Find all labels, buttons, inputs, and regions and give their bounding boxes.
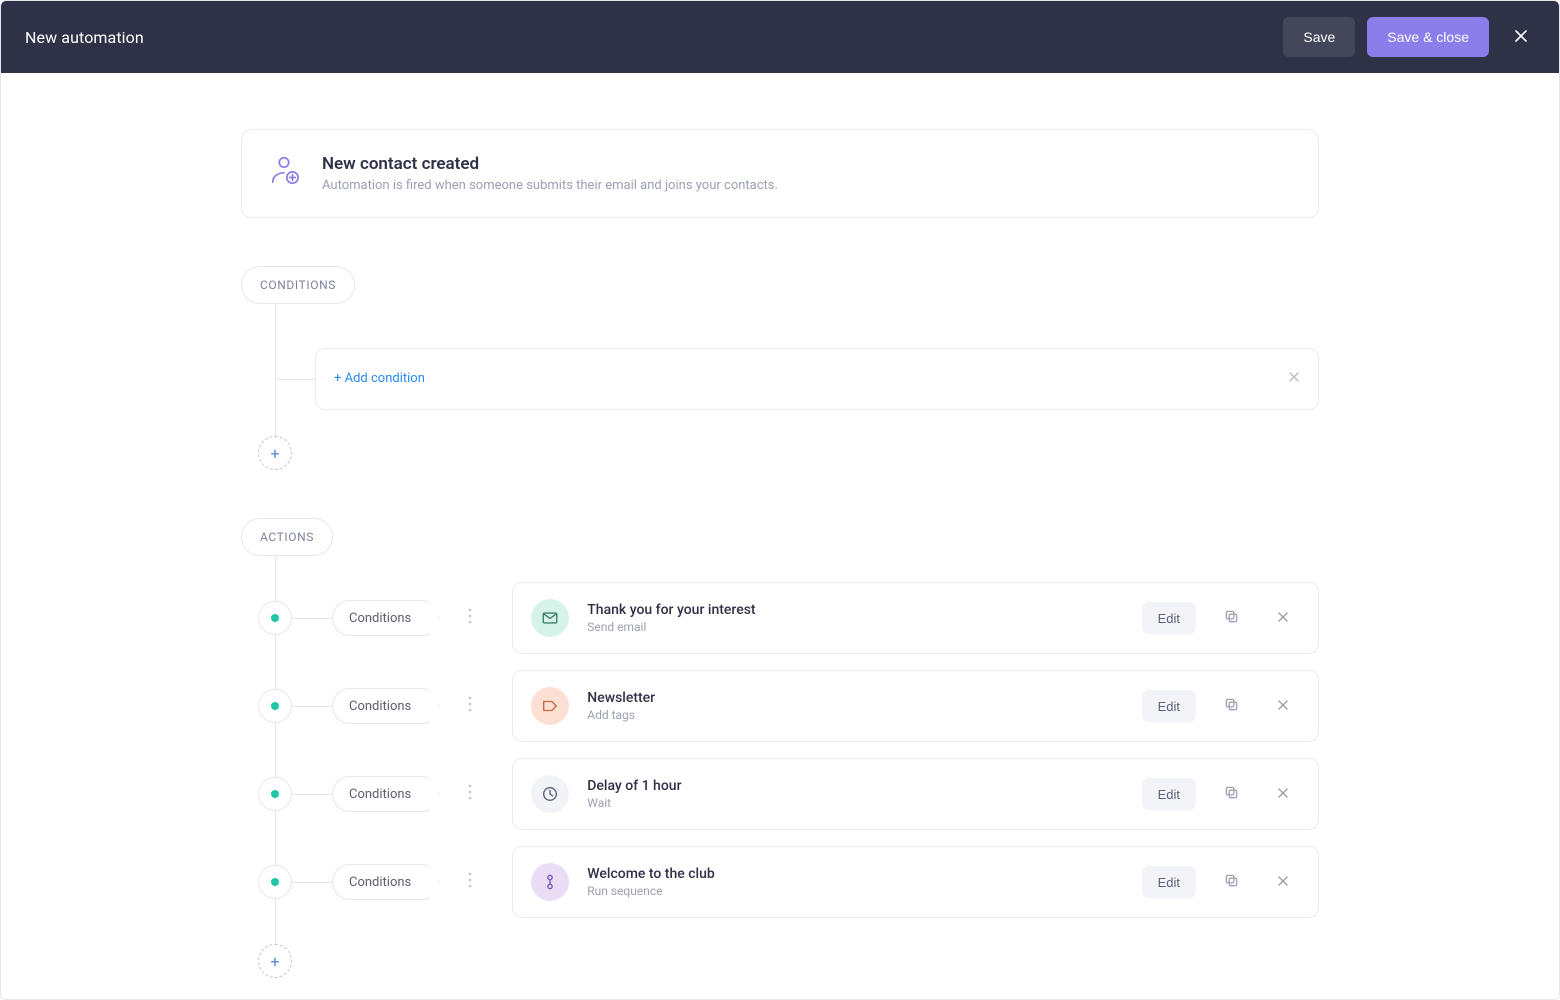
flow-node bbox=[258, 689, 292, 723]
plus-icon: + bbox=[270, 952, 279, 971]
action-texts: Thank you for your interest Send email bbox=[587, 602, 755, 634]
conditions-pill-label: Conditions bbox=[349, 611, 411, 626]
row-conditions-button[interactable]: Conditions bbox=[332, 600, 440, 636]
action-subtitle: Send email bbox=[587, 620, 755, 634]
drag-handle-icon bbox=[467, 696, 473, 716]
save-button[interactable]: Save bbox=[1283, 17, 1355, 57]
action-card: Thank you for your interest Send email E… bbox=[512, 582, 1319, 654]
conditions-pill-label: Conditions bbox=[349, 875, 411, 890]
action-subtitle: Add tags bbox=[587, 708, 655, 722]
close-icon bbox=[1277, 875, 1289, 890]
action-card: Newsletter Add tags Edit bbox=[512, 670, 1319, 742]
flow-node bbox=[258, 777, 292, 811]
edit-action-button[interactable]: Edit bbox=[1142, 690, 1196, 722]
drag-handle-icon bbox=[467, 784, 473, 804]
tag-icon bbox=[531, 687, 569, 725]
contact-created-icon bbox=[268, 154, 300, 190]
sequence-icon bbox=[531, 863, 569, 901]
row-conditions-button[interactable]: Conditions bbox=[332, 776, 440, 812]
flow-node bbox=[258, 601, 292, 635]
action-subtitle: Wait bbox=[587, 796, 681, 810]
drag-handle-icon bbox=[467, 608, 473, 628]
condition-card: + Add condition bbox=[315, 348, 1319, 410]
action-title: Welcome to the club bbox=[587, 866, 714, 882]
action-row-0: Conditions Thank you for your interest S… bbox=[275, 582, 1319, 654]
conditions-tree: + Add condition + bbox=[275, 304, 1319, 470]
drag-handle[interactable] bbox=[460, 608, 480, 628]
action-texts: Welcome to the club Run sequence bbox=[587, 866, 714, 898]
action-row-2: Conditions Delay of 1 hour Wait Edit bbox=[275, 758, 1319, 830]
add-condition-link[interactable]: + Add condition bbox=[334, 371, 425, 386]
add-action-button[interactable]: + bbox=[258, 944, 292, 978]
actions-tree: Conditions Thank you for your interest S… bbox=[275, 556, 1319, 978]
save-close-button[interactable]: Save & close bbox=[1367, 17, 1489, 57]
actions-section-label: ACTIONS bbox=[241, 518, 333, 556]
action-subtitle: Run sequence bbox=[587, 884, 714, 898]
edit-action-button[interactable]: Edit bbox=[1142, 778, 1196, 810]
action-title: Thank you for your interest bbox=[587, 602, 755, 618]
duplicate-action-button[interactable] bbox=[1214, 601, 1248, 635]
edit-action-button[interactable]: Edit bbox=[1142, 866, 1196, 898]
drag-handle-icon bbox=[467, 872, 473, 892]
delete-action-button[interactable] bbox=[1266, 601, 1300, 635]
row-conditions-button[interactable]: Conditions bbox=[332, 688, 440, 724]
action-title: Newsletter bbox=[587, 690, 655, 706]
flow-node bbox=[258, 865, 292, 899]
drag-handle[interactable] bbox=[460, 784, 480, 804]
trigger-card[interactable]: New contact created Automation is fired … bbox=[241, 129, 1319, 218]
close-icon bbox=[1277, 611, 1289, 626]
row-conditions-button[interactable]: Conditions bbox=[332, 864, 440, 900]
email-icon bbox=[531, 599, 569, 637]
clock-icon bbox=[531, 775, 569, 813]
close-icon bbox=[1513, 28, 1529, 47]
actions-section: ACTIONS Conditions Thank you for your in… bbox=[241, 518, 1319, 978]
trigger-title: New contact created bbox=[322, 154, 778, 174]
close-icon bbox=[1288, 371, 1300, 387]
header-bar: New automation Save Save & close bbox=[1, 1, 1559, 73]
close-icon bbox=[1277, 699, 1289, 714]
trigger-description: Automation is fired when someone submits… bbox=[322, 178, 778, 193]
action-row-1: Conditions Newsletter Add tags Edit bbox=[275, 670, 1319, 742]
plus-icon: + bbox=[270, 444, 279, 463]
delete-action-button[interactable] bbox=[1266, 777, 1300, 811]
action-title: Delay of 1 hour bbox=[587, 778, 681, 794]
action-texts: Newsletter Add tags bbox=[587, 690, 655, 722]
conditions-pill-label: Conditions bbox=[349, 787, 411, 802]
copy-icon bbox=[1224, 697, 1239, 715]
close-button[interactable] bbox=[1501, 17, 1541, 57]
trigger-texts: New contact created Automation is fired … bbox=[322, 154, 778, 193]
copy-icon bbox=[1224, 609, 1239, 627]
copy-icon bbox=[1224, 873, 1239, 891]
conditions-section: CONDITIONS + Add condition bbox=[241, 266, 1319, 470]
action-card: Delay of 1 hour Wait Edit bbox=[512, 758, 1319, 830]
duplicate-action-button[interactable] bbox=[1214, 865, 1248, 899]
delete-action-button[interactable] bbox=[1266, 689, 1300, 723]
page-title: New automation bbox=[25, 28, 144, 47]
action-row-3: Conditions Welcome to the club Run seque… bbox=[275, 846, 1319, 918]
drag-handle[interactable] bbox=[460, 696, 480, 716]
conditions-section-label: CONDITIONS bbox=[241, 266, 355, 304]
automation-builder-window: New automation Save Save & close bbox=[0, 0, 1560, 1000]
edit-action-button[interactable]: Edit bbox=[1142, 602, 1196, 634]
copy-icon bbox=[1224, 785, 1239, 803]
conditions-pill-label: Conditions bbox=[349, 699, 411, 714]
close-icon bbox=[1277, 787, 1289, 802]
add-condition-group-button[interactable]: + bbox=[258, 436, 292, 470]
duplicate-action-button[interactable] bbox=[1214, 777, 1248, 811]
remove-condition-button[interactable] bbox=[1288, 371, 1300, 387]
duplicate-action-button[interactable] bbox=[1214, 689, 1248, 723]
header-actions: Save Save & close bbox=[1283, 17, 1541, 57]
drag-handle[interactable] bbox=[460, 872, 480, 892]
delete-action-button[interactable] bbox=[1266, 865, 1300, 899]
action-texts: Delay of 1 hour Wait bbox=[587, 778, 681, 810]
action-card: Welcome to the club Run sequence Edit bbox=[512, 846, 1319, 918]
